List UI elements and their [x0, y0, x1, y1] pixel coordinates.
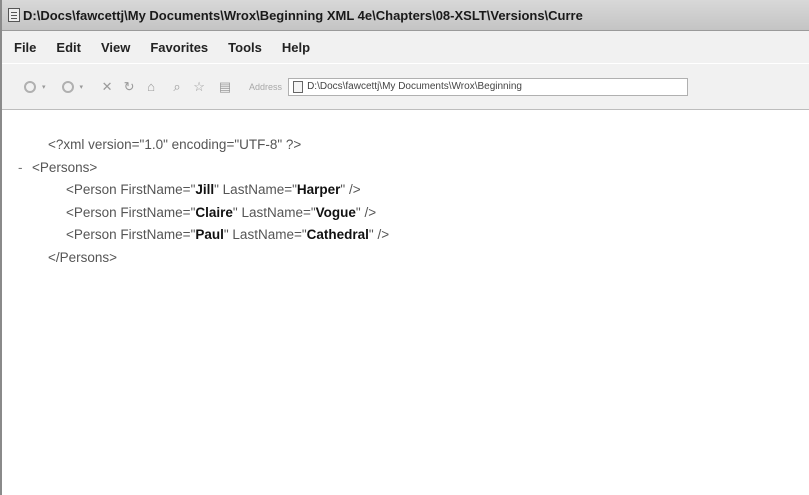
forward-dropdown-icon[interactable]: ▾	[80, 83, 84, 91]
refresh-icon[interactable]: ↻	[121, 79, 137, 95]
menu-edit[interactable]: Edit	[56, 40, 81, 55]
first-name-value: Claire	[195, 204, 233, 220]
address-bar[interactable]: D:\Docs\fawcettj\My Documents\Wrox\Begin…	[288, 77, 689, 96]
attr-lastname: LastName=	[218, 182, 293, 197]
persons-close-tag: </Persons>	[48, 249, 118, 265]
document-icon	[8, 8, 20, 22]
attr-lastname: LastName=	[237, 204, 311, 220]
back-dropdown-icon[interactable]: ▾	[42, 83, 46, 91]
attr-firstname: FirstName=	[120, 227, 191, 242]
menu-view[interactable]: View	[101, 40, 130, 55]
xml-view: <?xml version="1.0" encoding="UTF-8" ?> …	[18, 134, 389, 269]
window-title: D:\Docs\fawcettj\My Documents\Wrox\Begin…	[23, 7, 583, 23]
browser-window: D:\Docs\fawcettj\My Documents\Wrox\Begin…	[0, 0, 809, 495]
menu-help[interactable]: Help	[282, 40, 310, 55]
attr-firstname: FirstName=	[120, 182, 191, 197]
menu-bar: File Edit View Favorites Tools Help	[2, 31, 809, 63]
title-bar: D:\Docs\fawcettj\My Documents\Wrox\Begin…	[2, 0, 809, 31]
first-name-value: Paul	[195, 227, 224, 242]
last-name-value: Cathedral	[306, 227, 369, 242]
person-tag: <Person	[66, 204, 121, 220]
person-line: <Person FirstName="Claire" LastName="Vog…	[32, 202, 389, 225]
person-line: <Person FirstName="Paul" LastName="Cathe…	[32, 224, 389, 247]
forward-icon[interactable]	[61, 80, 74, 93]
toolbar: ▾ ▾ ✕ ↻ ⌂ ⌕ ☆ ▤ Address D:\Docs\fawcettj…	[2, 64, 809, 110]
back-icon[interactable]	[24, 80, 36, 93]
stop-icon[interactable]: ✕	[99, 79, 115, 95]
attr-firstname: FirstName=	[120, 204, 191, 220]
xml-declaration: <?xml version="1.0" encoding="UTF-8" ?>	[48, 137, 302, 152]
person-tag: <Person	[66, 227, 121, 242]
attr-lastname: LastName=	[228, 227, 302, 242]
person-tag: <Person	[66, 182, 121, 197]
favorites-icon[interactable]: ☆	[191, 79, 207, 95]
last-name-value: Harper	[296, 182, 341, 197]
media-icon[interactable]: ▤	[217, 79, 233, 95]
first-name-value: Jill	[195, 182, 215, 197]
menu-tools[interactable]: Tools	[228, 40, 262, 55]
address-input[interactable]: D:\Docs\fawcettj\My Documents\Wrox\Begin…	[307, 81, 522, 92]
search-icon[interactable]: ⌕	[169, 79, 185, 95]
last-name-value: Vogue	[315, 204, 356, 220]
persons-open-tag: <Persons>	[32, 159, 98, 175]
page-icon	[293, 80, 304, 93]
persons-element: - <Persons>	[18, 157, 389, 180]
self-close: />	[345, 182, 361, 197]
menu-file[interactable]: File	[14, 40, 36, 55]
home-icon[interactable]: ⌂	[143, 79, 159, 95]
self-close: />	[373, 227, 390, 242]
self-close: />	[360, 204, 377, 220]
person-line: <Person FirstName="Jill" LastName="Harpe…	[32, 179, 389, 202]
address-label: Address	[249, 81, 283, 92]
menu-favorites[interactable]: Favorites	[150, 40, 208, 55]
collapse-toggle[interactable]: -	[18, 157, 23, 180]
